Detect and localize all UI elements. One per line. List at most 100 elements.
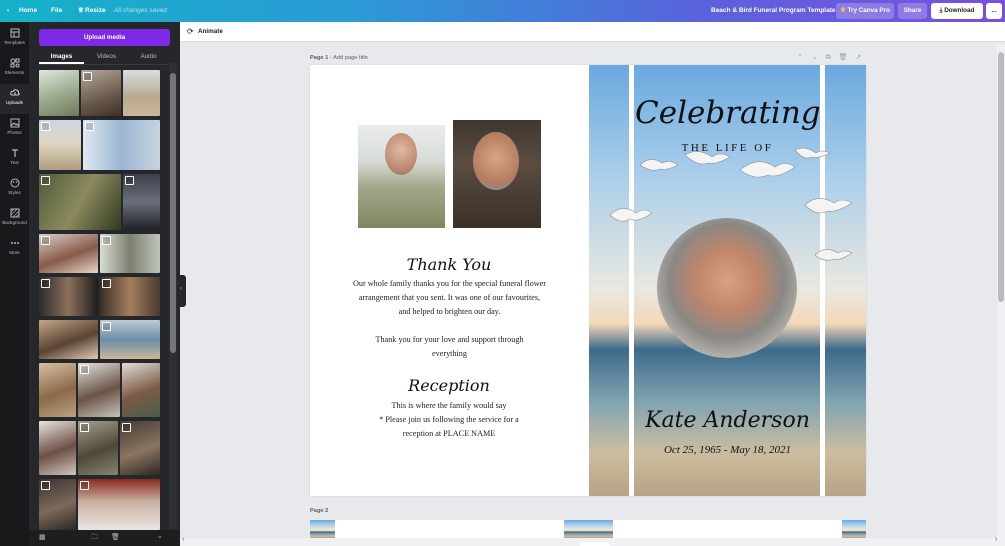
image-thumbnail[interactable]	[123, 70, 160, 116]
image-thumbnail[interactable]	[120, 421, 160, 475]
share-button[interactable]: Share	[898, 3, 927, 19]
beach-strip	[842, 520, 866, 538]
image-thumbnail[interactable]	[81, 70, 121, 116]
file-menu[interactable]: File	[51, 0, 62, 22]
select-checkbox[interactable]	[122, 423, 131, 432]
resize-button[interactable]: Resize	[85, 0, 106, 22]
image-thumbnail[interactable]	[39, 70, 79, 116]
image-thumbnail[interactable]	[100, 234, 160, 273]
delete-page-icon[interactable]: 🗑	[839, 54, 848, 61]
reception-line-1[interactable]: This is where the family would say	[310, 399, 588, 413]
thank-you-body-2[interactable]: Thank you for your love and support thro…	[372, 333, 527, 361]
canvas-vertical-scrollbar[interactable]	[997, 44, 1005, 538]
duplicate-page-icon[interactable]: ⧉	[826, 54, 831, 61]
page-1-canvas[interactable]: Thank You Our whole family thanks you fo…	[310, 65, 866, 496]
select-checkbox[interactable]	[102, 279, 111, 288]
panel-scrollbar[interactable]	[169, 63, 177, 529]
select-checkbox[interactable]	[80, 423, 89, 432]
image-thumbnail[interactable]	[39, 320, 98, 359]
portrait-woman[interactable]	[453, 120, 541, 228]
select-checkbox[interactable]	[41, 279, 50, 288]
image-thumbnail[interactable]	[78, 363, 120, 417]
reception-line-2[interactable]: * Please join us following the service f…	[310, 413, 588, 427]
life-dates[interactable]: Oct 25, 1965 - May 18, 2021	[635, 444, 820, 456]
select-checkbox[interactable]	[41, 481, 50, 490]
reception-line-3[interactable]: reception at PLACE NAME	[310, 427, 588, 441]
life-of-subtitle[interactable]: THE LIFE OF	[635, 142, 820, 154]
add-page-icon[interactable]: ↗	[855, 54, 861, 61]
rail-item-more[interactable]: More	[0, 234, 29, 264]
image-thumbnail[interactable]	[39, 174, 121, 230]
grid-view-icon[interactable]: ▦	[39, 533, 46, 541]
tab-images[interactable]: Images	[39, 50, 84, 64]
thank-you-heading[interactable]: Thank You	[310, 255, 588, 274]
canvas-horizontal-scrollbar[interactable]: ‹ ›	[180, 536, 1005, 546]
rail-item-styles[interactable]: Styles	[0, 174, 29, 204]
animate-button[interactable]: Animate	[198, 28, 223, 35]
image-thumbnail[interactable]	[39, 120, 81, 170]
zoom-handle[interactable]	[580, 542, 610, 546]
rail-item-uploads[interactable]: Uploads	[0, 84, 29, 114]
tab-videos[interactable]: Videos	[84, 50, 129, 64]
rail-item-elements[interactable]: Elements	[0, 54, 29, 84]
more-options-button[interactable]: ...	[986, 3, 1002, 19]
page-2-label[interactable]: Page 2	[310, 508, 328, 514]
image-thumbnail[interactable]	[123, 174, 160, 230]
animate-icon: ⟳	[187, 27, 194, 36]
image-thumbnail[interactable]	[39, 363, 76, 417]
scroll-left-icon[interactable]: ‹	[182, 536, 184, 543]
select-checkbox[interactable]	[41, 176, 50, 185]
rail-item-photos[interactable]: Photos	[0, 114, 29, 144]
select-checkbox[interactable]	[85, 122, 94, 131]
select-checkbox[interactable]	[41, 236, 50, 245]
rail-label: More	[9, 250, 20, 255]
select-checkbox[interactable]	[80, 481, 89, 490]
canvas-toolbar: ⟳ Animate	[180, 22, 1005, 42]
image-thumbnail[interactable]	[39, 479, 76, 530]
select-checkbox[interactable]	[102, 322, 111, 331]
rail-item-background[interactable]: Background	[0, 204, 29, 234]
image-thumbnail[interactable]	[39, 421, 76, 475]
chevron-up-icon[interactable]: ⌃	[797, 54, 803, 61]
seagull-shape	[739, 161, 796, 178]
chevron-down-icon[interactable]: ⌄	[812, 54, 818, 61]
select-checkbox[interactable]	[41, 122, 50, 131]
image-thumbnail[interactable]	[39, 277, 98, 316]
page-2-canvas[interactable]	[310, 520, 866, 538]
reception-heading[interactable]: Reception	[310, 376, 588, 395]
upload-media-button[interactable]: Upload media	[39, 29, 170, 46]
image-thumbnail[interactable]	[78, 421, 118, 475]
download-button[interactable]: ⤓ Download	[931, 3, 983, 19]
scroll-right-icon[interactable]: ›	[995, 536, 997, 543]
thank-you-body[interactable]: Our whole family thanks you for the spec…	[352, 277, 547, 319]
celebrating-title[interactable]: Celebrating	[635, 95, 821, 131]
select-checkbox[interactable]	[83, 72, 92, 81]
select-checkbox[interactable]	[80, 365, 89, 374]
select-checkbox[interactable]	[102, 236, 111, 245]
chevron-down-icon[interactable]: ⌄	[157, 532, 163, 540]
memorial-portrait-circle[interactable]	[657, 218, 797, 358]
image-thumbnail[interactable]	[100, 277, 160, 316]
image-thumbnail[interactable]	[100, 320, 160, 359]
document-title[interactable]: Beach & Bird Funeral Program Template	[711, 0, 836, 22]
rail-item-text[interactable]: Text	[0, 144, 29, 174]
trash-icon[interactable]: 🗑	[111, 533, 120, 541]
image-thumbnail[interactable]	[83, 120, 160, 170]
rail-item-templates[interactable]: Templates	[0, 24, 29, 54]
tab-audio[interactable]: Audio	[126, 50, 171, 64]
rail-label: Uploads	[6, 100, 23, 105]
home-link[interactable]: Home	[19, 0, 37, 22]
add-page-title[interactable]: - Add page title	[330, 55, 368, 61]
back-chevron-icon[interactable]: ‹	[7, 0, 9, 22]
image-thumbnail[interactable]	[122, 363, 160, 417]
rail-label: Photos	[7, 130, 22, 135]
folder-icon[interactable]: 🗀	[91, 533, 98, 544]
collapse-panel-handle[interactable]: ‹	[180, 275, 186, 307]
try-pro-button[interactable]: ♕ Try Canva Pro	[836, 3, 894, 19]
deceased-name[interactable]: Kate Anderson	[635, 408, 820, 433]
select-checkbox[interactable]	[125, 176, 134, 185]
page-1-label[interactable]: Page 1 - Add page title	[310, 55, 368, 61]
portrait-elderly-man[interactable]	[358, 125, 445, 228]
image-thumbnail[interactable]	[78, 479, 160, 530]
image-thumbnail[interactable]	[39, 234, 98, 273]
